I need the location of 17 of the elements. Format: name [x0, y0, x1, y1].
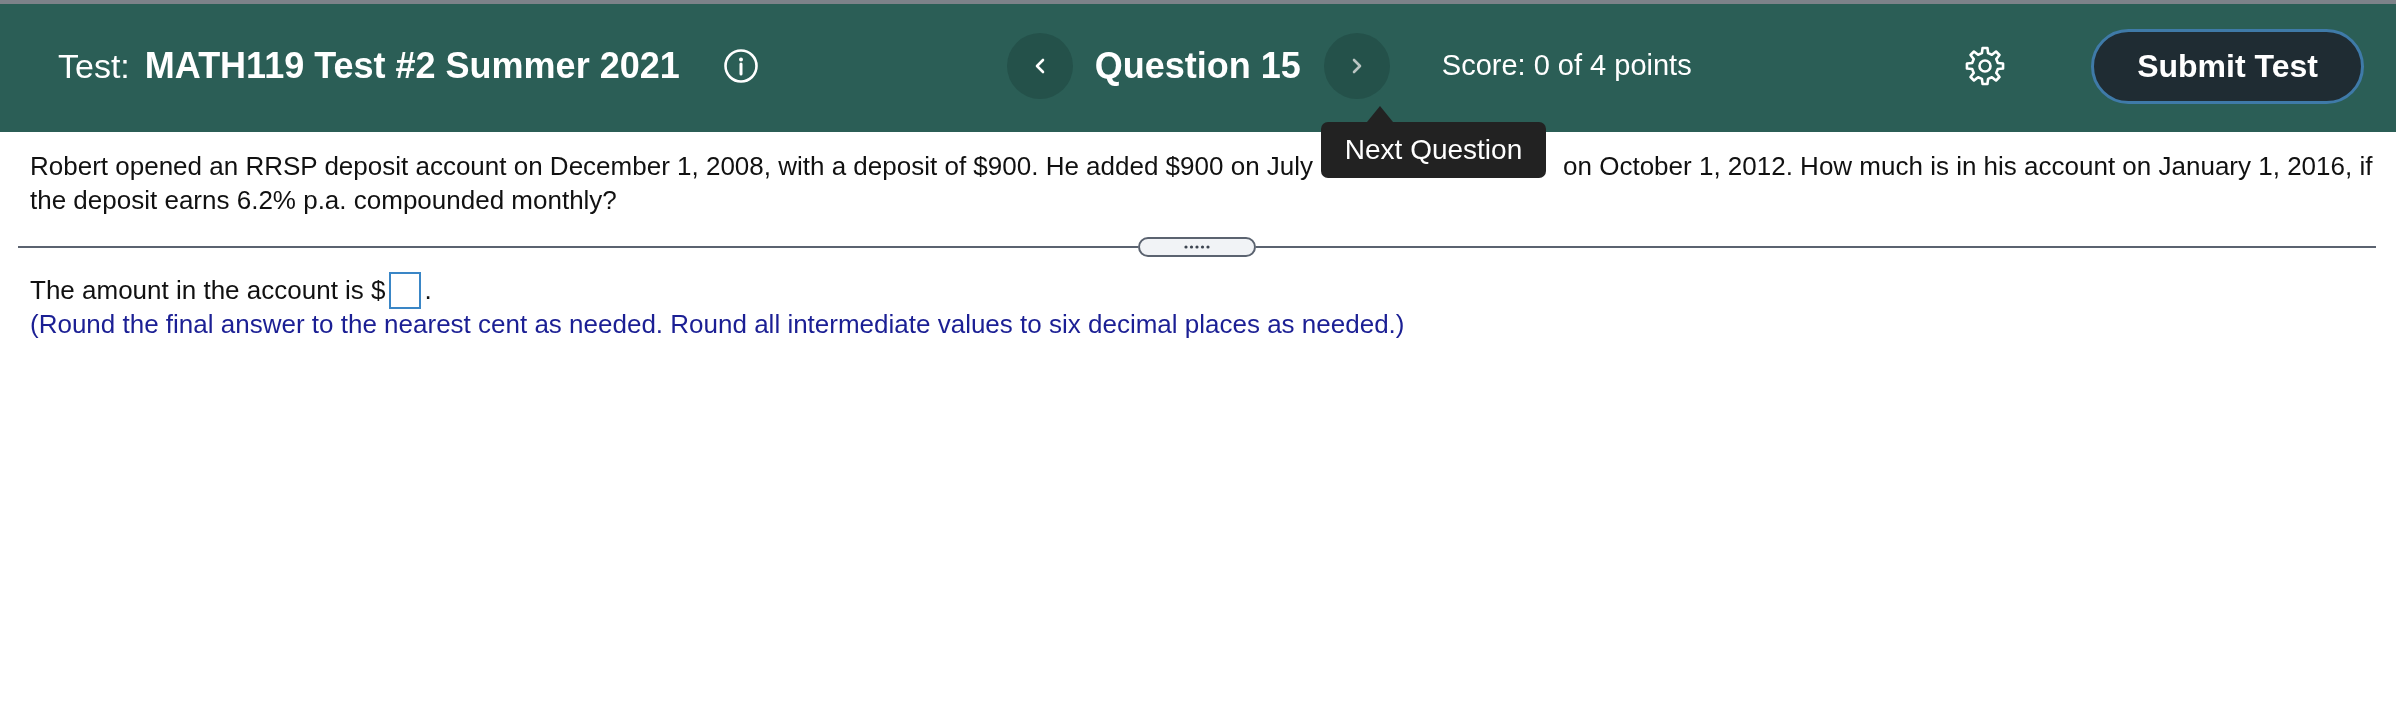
grip-dots-icon [1184, 245, 1210, 249]
question-text: Robert opened an RRSP deposit account on December 1, 2008, with a deposit of $900. He added $900 on July [30, 150, 1314, 183]
test-title: MATH119 Test #2 Summer 2021 [144, 44, 680, 88]
score-text: Score: 0 of 4 points [1441, 48, 1692, 84]
question-text: on October 1, 2012. How much is in his account on January 1, 2016, if [1563, 150, 2373, 183]
resize-handle[interactable] [1138, 237, 1256, 257]
answer-prompt: The amount in the account is $ [30, 273, 386, 307]
answer-box[interactable] [388, 271, 421, 309]
submit-test-button[interactable]: Submit Test [2091, 28, 2364, 104]
settings-icon[interactable] [1965, 46, 2005, 86]
rounding-instructions: (Round the final answer to the nearest cent as needed. Round all intermediate values to six decimal places as needed.) [30, 308, 1406, 341]
answer-period: . [424, 273, 432, 307]
info-icon[interactable] [723, 49, 758, 83]
question-text: the deposit earns 6.2% p.a. compounded monthly? [30, 184, 617, 217]
test-label: Test: [58, 45, 130, 87]
question-number: Question 15 [1094, 44, 1301, 88]
next-question-tooltip: Next Question [1320, 106, 1547, 178]
